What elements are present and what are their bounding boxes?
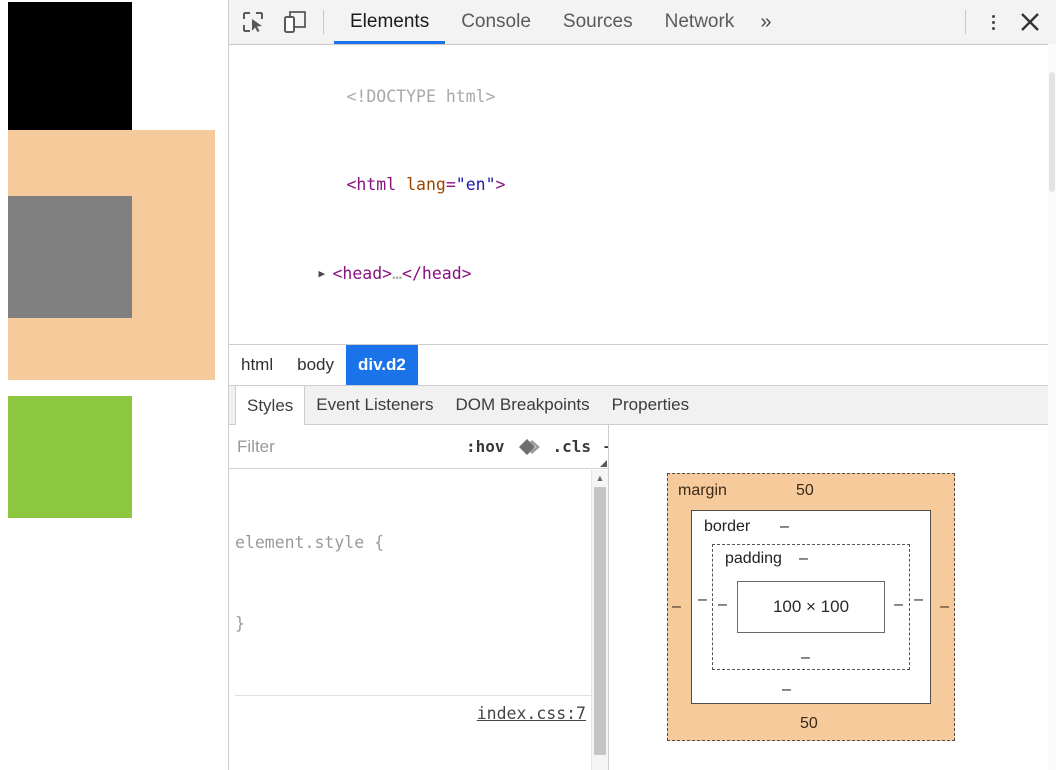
box-model-border-top-value[interactable]: – xyxy=(780,518,789,536)
box-model-diagram: margin 50 50 – – border – – – – padding … xyxy=(667,473,955,741)
devtools-right-scrollbar[interactable] xyxy=(1048,44,1056,770)
tab-console-label: Console xyxy=(461,11,531,32)
box-model-border-right-value[interactable]: – xyxy=(914,591,923,609)
scrollbar-thumb[interactable] xyxy=(594,487,606,755)
breadcrumb-body-label: body xyxy=(297,355,334,374)
box-model-border-bottom-value[interactable]: – xyxy=(782,681,791,699)
box-model-padding-bottom-value[interactable]: – xyxy=(801,649,810,667)
breadcrumb-item-body[interactable]: body xyxy=(285,345,346,385)
head-tag-name: head xyxy=(342,263,383,283)
tab-styles[interactable]: Styles xyxy=(235,386,306,425)
tab-console[interactable]: Console xyxy=(445,0,547,44)
head-ellipsis[interactable]: … xyxy=(392,264,402,283)
tab-properties[interactable]: Properties xyxy=(601,386,700,424)
html-tag-name: html xyxy=(356,175,397,194)
expand-twisty-head-icon[interactable]: ▶ xyxy=(318,259,332,289)
box-model-padding-top-value[interactable]: – xyxy=(799,550,808,568)
rule-divider xyxy=(235,695,608,696)
tab-network[interactable]: Network xyxy=(649,0,751,44)
new-style-rule-button[interactable]: + xyxy=(597,434,608,460)
devtools-toolbar: Elements Console Sources Network » xyxy=(229,0,1056,45)
rule-selector-line-d2[interactable]: .d2 { index.css:7 xyxy=(235,704,608,770)
element-style-close: } xyxy=(235,614,245,633)
box-model-border-box: border – – – – padding – – – – 100 × 100 xyxy=(691,510,931,704)
page-box-d2[interactable] xyxy=(8,196,132,318)
scrollbar-thumb-right[interactable] xyxy=(1049,72,1055,192)
close-icon[interactable] xyxy=(1010,2,1050,42)
tab-styles-label: Styles xyxy=(247,395,294,415)
toolbar-divider-2 xyxy=(965,10,966,34)
rule-element-style[interactable]: element.style { } xyxy=(235,475,608,691)
box-model-padding-left-value[interactable]: – xyxy=(718,596,727,614)
devtools-screenshot: Elements Console Sources Network » <!DOC… xyxy=(0,0,1056,770)
elements-dom-tree[interactable]: <!DOCTYPE html> <html lang="en"> ▶ <head>… xyxy=(229,45,1056,344)
tab-dom-breakpoints[interactable]: DOM Breakpoints xyxy=(444,386,600,424)
styles-panel-body: :hov .cls + element.style { } xyxy=(229,425,1056,770)
styles-pane-scrollbar[interactable]: ▲ xyxy=(591,470,608,770)
box-model-content-box[interactable]: 100 × 100 xyxy=(737,581,885,633)
scroll-up-arrow-icon[interactable]: ▲ xyxy=(592,470,608,485)
kebab-menu-icon[interactable] xyxy=(976,5,1010,39)
device-toolbar-icon[interactable] xyxy=(277,4,313,40)
panel-tab-list: Elements Console Sources Network » xyxy=(334,0,781,44)
tab-properties-label: Properties xyxy=(611,395,690,414)
tab-sources[interactable]: Sources xyxy=(547,0,649,44)
head-close-tag: head xyxy=(421,263,462,283)
box-model-content-size: 100 × 100 xyxy=(772,597,850,616)
styles-rules-pane: :hov .cls + element.style { } xyxy=(229,425,609,770)
tab-network-label: Network xyxy=(664,11,735,32)
cls-toggle-button[interactable]: .cls xyxy=(547,437,598,456)
hov-toggle-button[interactable]: :hov xyxy=(460,437,511,456)
tab-dom-breakpoints-label: DOM Breakpoints xyxy=(455,395,590,414)
breadcrumb: html body div.d2 xyxy=(229,344,1056,385)
stylesheet-origin-link[interactable]: index.css:7 xyxy=(477,700,586,727)
tab-event-listeners-label: Event Listeners xyxy=(316,395,434,414)
box-model-margin-left-value[interactable]: – xyxy=(672,598,681,616)
inspect-element-icon[interactable] xyxy=(235,4,271,40)
more-tabs-label: » xyxy=(760,10,772,33)
tab-elements[interactable]: Elements xyxy=(334,0,446,44)
tab-elements-label: Elements xyxy=(350,11,430,32)
box-model-padding-label: padding xyxy=(725,550,782,567)
doctype-text: <!DOCTYPE html> xyxy=(346,86,496,106)
page-box-d1 xyxy=(8,2,132,130)
resize-corner-icon[interactable] xyxy=(600,460,607,467)
element-style-selector: element.style { xyxy=(235,533,385,552)
box-model-padding-right-value[interactable]: – xyxy=(894,596,903,614)
html-attr-value: en xyxy=(465,175,486,194)
box-model-margin-top-value[interactable]: 50 xyxy=(796,482,814,500)
page-viewport xyxy=(0,0,228,770)
html-attr-name: lang xyxy=(406,175,446,194)
styles-sidebar-tab-list: Styles Event Listeners DOM Breakpoints P… xyxy=(229,385,1056,425)
breadcrumb-div-d2-label: div.d2 xyxy=(358,355,406,374)
box-model-margin-label: margin xyxy=(678,482,727,499)
css-rules-list: element.style { } .d2 { index.css:7 widt… xyxy=(229,469,608,770)
page-box-d3 xyxy=(8,396,132,518)
breadcrumb-html-label: html xyxy=(241,355,274,374)
box-model-pane: margin 50 50 – – border – – – – padding … xyxy=(609,425,1056,770)
toolbar-divider xyxy=(323,10,324,34)
devtools-window: Elements Console Sources Network » <!DOC… xyxy=(228,0,1056,770)
toolbar-right-group xyxy=(955,0,1056,44)
box-model-padding-box: padding – – – – 100 × 100 xyxy=(712,544,910,670)
filter-input[interactable] xyxy=(235,435,460,458)
layers-diamond-icon[interactable] xyxy=(511,437,547,457)
breadcrumb-item-html[interactable]: html xyxy=(229,345,285,385)
dom-line-body-open[interactable]: ▼<body> xyxy=(229,318,1056,345)
box-model-margin-bottom-value[interactable]: 50 xyxy=(800,715,818,733)
dom-line-doctype[interactable]: <!DOCTYPE html> xyxy=(229,52,1056,141)
dom-line-head[interactable]: ▶ <head>…</head> xyxy=(229,229,1056,318)
breadcrumb-item-div-d2[interactable]: div.d2 xyxy=(346,345,418,385)
more-tabs-icon[interactable]: » xyxy=(750,0,781,44)
box-model-border-label: border xyxy=(704,518,751,535)
box-model-margin-right-value[interactable]: – xyxy=(940,598,949,616)
dom-line-html-open[interactable]: <html lang="en"> xyxy=(229,141,1056,230)
rule-close-brace: } xyxy=(235,610,608,637)
styles-filter-bar: :hov .cls + xyxy=(229,425,608,469)
rule-selector-line[interactable]: element.style { xyxy=(235,529,608,556)
box-model-border-left-value[interactable]: – xyxy=(698,591,707,609)
tab-event-listeners[interactable]: Event Listeners xyxy=(305,386,444,424)
tab-sources-label: Sources xyxy=(562,11,633,32)
rule-d2[interactable]: .d2 { index.css:7 width: 100px; height: … xyxy=(235,700,608,770)
